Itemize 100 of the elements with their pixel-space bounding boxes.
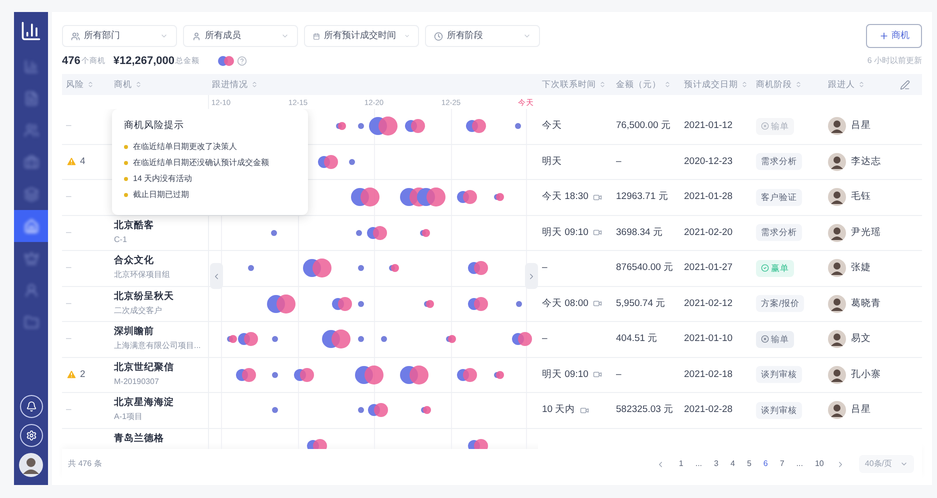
scroll-right-button[interactable] — [525, 263, 538, 289]
page-button[interactable]: 5 — [740, 458, 758, 470]
opportunity-name[interactable]: 北京纷呈秋天 — [114, 290, 208, 304]
opportunity-count: 476 — [62, 54, 80, 69]
home-icon — [24, 218, 38, 234]
page-button[interactable]: 4 — [724, 458, 741, 470]
sort-icon[interactable] — [87, 81, 94, 88]
owner-name: 尹光瑶 — [851, 226, 881, 240]
stage-tag: 赢单 — [756, 260, 794, 277]
sort-icon[interactable] — [664, 81, 671, 88]
stage-tag: 需求分析 — [756, 153, 802, 170]
scroll-left-button[interactable] — [210, 263, 223, 289]
tooltip-item: 截止日期已过期 — [133, 189, 189, 202]
page-button[interactable]: ... — [790, 458, 809, 470]
legend-dots-icon — [218, 56, 234, 66]
notification-button[interactable] — [20, 395, 42, 418]
opportunity-name[interactable]: 北京世纪聚信 — [114, 360, 208, 374]
column-header[interactable]: 金额（元） — [616, 78, 661, 91]
avatar — [828, 401, 846, 420]
next-contact-time: 今天 18:30 — [542, 190, 588, 204]
sort-icon[interactable] — [795, 81, 802, 88]
logo-icon — [20, 20, 42, 42]
page-button[interactable]: ... — [689, 458, 708, 470]
check-circle-icon — [761, 264, 769, 272]
clock-icon — [434, 32, 443, 40]
column-header[interactable]: 商机 — [114, 78, 132, 91]
total-count: 共 476 条 — [68, 458, 102, 470]
amount: 404.51 元 — [616, 332, 658, 346]
chevron-down-icon — [900, 460, 908, 468]
next-contact-time: – — [542, 332, 548, 346]
owner-name: 张婕 — [851, 261, 871, 276]
filter-select[interactable]: 所有预计成交时间 — [304, 25, 419, 47]
tooltip-item: 在临近结单日期还没确认预计成交金额 — [133, 157, 269, 170]
sidebar-item[interactable] — [14, 210, 48, 242]
help-icon[interactable] — [236, 56, 247, 66]
warning-icon — [66, 369, 77, 380]
risk-empty: – — [66, 119, 72, 134]
stage-tag: 谈判审核 — [756, 366, 802, 384]
owner-name: 孔小寨 — [851, 368, 881, 382]
settings-button[interactable] — [20, 424, 42, 447]
opportunity-name[interactable]: 合众文化 — [114, 254, 208, 268]
tooltip-title: 商机风险提示 — [124, 119, 185, 133]
opportunity-subtitle: M-20190307 — [114, 376, 160, 388]
owner-name: 吕星 — [851, 119, 871, 134]
risk-empty: – — [66, 296, 72, 311]
edit-columns-icon[interactable] — [900, 80, 910, 90]
stage-tag: 输单 — [756, 330, 794, 348]
risk-empty: – — [66, 261, 72, 276]
chevron-down-icon — [160, 32, 168, 40]
risk-count: 4 — [80, 154, 86, 169]
amount: 876540.00 元 — [616, 261, 674, 276]
filter-select[interactable]: 所有成员 — [183, 25, 298, 47]
amount: 3698.34 元 — [616, 226, 663, 240]
bell-icon — [26, 401, 36, 412]
sort-icon[interactable] — [599, 81, 606, 88]
avatar — [828, 330, 846, 348]
cross-circle-icon — [761, 335, 769, 344]
layers-icon — [24, 186, 38, 202]
calendar-icon — [313, 32, 320, 40]
folder-icon — [24, 314, 38, 330]
page-button[interactable]: 6 — [757, 458, 774, 470]
page-button[interactable]: 10 — [808, 458, 830, 470]
opportunity-name[interactable]: 青岛兰德格 — [114, 432, 208, 446]
filter-select[interactable]: 所有部门 — [62, 25, 177, 47]
add-opportunity-button[interactable]: 商机 — [866, 24, 922, 48]
filter-select[interactable]: 所有阶段 — [425, 25, 540, 47]
risk-count: 2 — [80, 368, 86, 382]
warning-icon — [66, 156, 77, 168]
stage-tag: 谈判审核 — [756, 402, 802, 419]
stage-tag: 客户验证 — [756, 188, 802, 206]
stage-tag: 输单 — [756, 118, 794, 135]
avatar — [828, 294, 846, 313]
avatar — [828, 117, 846, 136]
opportunity-name[interactable]: 深圳瞻前 — [114, 325, 208, 339]
risk-empty: – — [66, 403, 72, 418]
user-avatar[interactable] — [19, 453, 43, 477]
opportunity-name[interactable]: 北京酷客 — [114, 218, 208, 232]
sort-icon[interactable] — [135, 81, 142, 88]
opportunity-subtitle: 二次成交客户 — [114, 304, 163, 316]
opportunity-name[interactable]: 北京星海海淀 — [114, 396, 208, 410]
page-button[interactable]: 3 — [708, 458, 724, 470]
avatar — [828, 259, 846, 278]
close-date: 2021-02-18 — [684, 368, 733, 382]
amount: – — [616, 368, 622, 382]
sort-icon[interactable] — [251, 81, 258, 88]
page-button[interactable]: 7 — [774, 458, 790, 470]
next-contact-time: 今天 — [542, 119, 562, 134]
update-time: 6 小时以前更新 — [867, 55, 922, 67]
chart-icon — [24, 58, 38, 74]
page-button[interactable]: 1 — [672, 458, 690, 470]
close-date: 2021-01-28 — [684, 190, 733, 204]
next-contact-time: – — [542, 261, 548, 276]
risk-empty: – — [66, 226, 72, 240]
settings-icon — [26, 430, 36, 441]
tooltip-item: 14 天内没有活动 — [133, 173, 192, 186]
amount: 12963.71 元 — [616, 190, 668, 204]
sort-icon[interactable] — [741, 81, 748, 88]
crown-icon — [24, 250, 38, 266]
amount: – — [616, 154, 622, 169]
sort-icon[interactable] — [858, 81, 865, 88]
